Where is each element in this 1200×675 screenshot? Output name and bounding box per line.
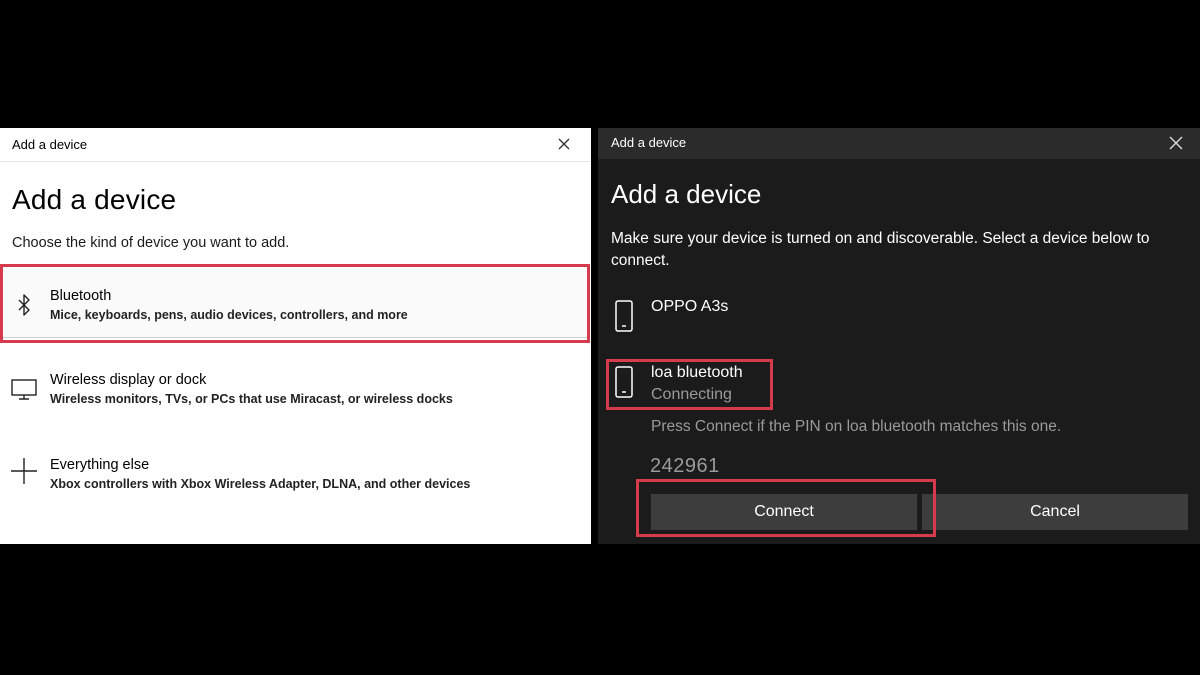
- option-name: Wireless display or dock: [50, 372, 207, 388]
- plus-icon: [11, 458, 37, 484]
- page-title: Add a device: [12, 184, 177, 215]
- option-name: Everything else: [50, 457, 150, 473]
- device-item-loa-bluetooth[interactable]: loa bluetooth Connecting: [598, 360, 1200, 412]
- device-status: Connecting: [651, 386, 732, 403]
- close-icon[interactable]: [1164, 132, 1188, 154]
- option-description: Wireless monitors, TVs, or PCs that use …: [50, 392, 453, 406]
- pin-code: 242961: [650, 455, 720, 477]
- page-subtitle: Choose the kind of device you want to ad…: [12, 235, 290, 251]
- device-name: OPPO A3s: [651, 298, 729, 315]
- page-title: Add a device: [611, 179, 762, 209]
- connect-button[interactable]: Connect: [651, 494, 917, 530]
- window-title: Add a device: [611, 135, 687, 150]
- window-title: Add a device: [12, 137, 88, 152]
- pin-message: Press Connect if the PIN on loa bluetoot…: [651, 418, 1062, 435]
- option-wireless-display[interactable]: Wireless display or dock Wireless monito…: [0, 353, 591, 431]
- title-bar: Add a device: [598, 128, 1200, 159]
- close-icon[interactable]: [552, 134, 576, 156]
- dialog-body: [598, 159, 1200, 544]
- phone-icon: [615, 300, 633, 332]
- option-everything-else[interactable]: Everything else Xbox controllers with Xb…: [0, 438, 591, 516]
- device-name: loa bluetooth: [651, 364, 743, 381]
- option-name: Bluetooth: [50, 288, 112, 304]
- option-description: Xbox controllers with Xbox Wireless Adap…: [50, 477, 471, 491]
- device-item-oppo-a3s[interactable]: OPPO A3s: [598, 294, 1200, 344]
- instructions-text: Make sure your device is turned on and d…: [611, 230, 1150, 269]
- title-bar: Add a device: [0, 128, 591, 162]
- option-description: Mice, keyboards, pens, audio devices, co…: [50, 308, 408, 322]
- phone-icon: [615, 366, 633, 398]
- option-bluetooth[interactable]: Bluetooth Mice, keyboards, pens, audio d…: [0, 264, 591, 343]
- monitor-icon: [11, 379, 37, 400]
- add-device-dialog-dark: Add a device Add a device Make sure your…: [598, 128, 1200, 544]
- add-device-dialog-light: Add a device Add a device Choose the kin…: [0, 128, 591, 544]
- cancel-button[interactable]: Cancel: [922, 494, 1188, 530]
- bluetooth-icon: [18, 294, 30, 316]
